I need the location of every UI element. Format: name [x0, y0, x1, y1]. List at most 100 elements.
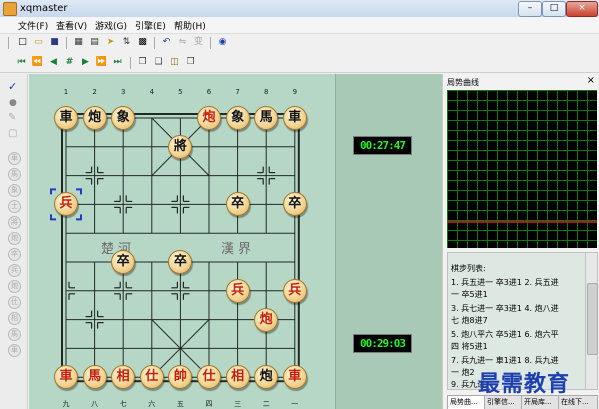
- chess-piece[interactable]: 車: [282, 106, 307, 130]
- scrollbar-thumb[interactable]: [587, 283, 598, 355]
- chess-piece[interactable]: 馬: [82, 365, 107, 390]
- chess-piece[interactable]: 馬: [254, 106, 279, 130]
- new-file-icon[interactable]: □: [16, 36, 29, 49]
- menu-help[interactable]: 帮助(H): [174, 19, 206, 32]
- goto-move-icon[interactable]: #: [63, 56, 76, 69]
- file-label-top: 3: [120, 88, 126, 96]
- timer-panel: 00:27:47 00:29:03: [335, 74, 442, 409]
- binoculars-icon[interactable]: ◉: [216, 36, 229, 49]
- menu-view[interactable]: 查看(V): [56, 19, 87, 32]
- piece-red-cannon-icon[interactable]: 炮: [8, 280, 21, 293]
- board-setup-icon[interactable]: ▦: [72, 36, 85, 49]
- menu-file[interactable]: 文件(F): [18, 19, 48, 32]
- main-toolbar: □ ▭ ■ ▦ ▤ ➤ ⇅ ▩ ↶ ⇋ 变 ◉: [0, 34, 599, 52]
- eraser-icon[interactable]: ✎: [8, 112, 16, 123]
- chess-piece[interactable]: 卒: [225, 192, 250, 217]
- chess-piece[interactable]: 車: [54, 106, 78, 130]
- piece-red-elephant-icon[interactable]: 相: [8, 312, 21, 325]
- menu-game[interactable]: 游戏(G): [95, 19, 127, 32]
- chess-piece[interactable]: 車: [54, 365, 78, 390]
- clipboard-icon[interactable]: ▢: [8, 128, 17, 139]
- toolbar-separator: [130, 57, 131, 69]
- app-icon: [3, 2, 17, 16]
- file-label-top: 8: [263, 88, 269, 96]
- chess-piece[interactable]: 仕: [139, 365, 164, 390]
- board-edit-icon[interactable]: ▤: [88, 36, 101, 49]
- dot-icon[interactable]: ●: [9, 98, 17, 108]
- left-toolbar: ✓ ● ✎ ▢ 車 馬 象 士 將 炮 卒 兵 炮 仕 相 馬 車: [0, 74, 28, 409]
- draw-icon[interactable]: ⇋: [176, 36, 189, 49]
- evaluation-curve: [447, 90, 597, 248]
- file-label-top: 7: [235, 88, 240, 96]
- back-icon[interactable]: ◀: [47, 56, 60, 69]
- hint-icon[interactable]: ➤: [104, 36, 117, 49]
- console-icon[interactable]: ▩: [136, 36, 149, 49]
- export-icon[interactable]: ◫: [168, 56, 181, 69]
- panel-title: 局势曲线: [447, 78, 479, 87]
- chess-piece[interactable]: 象: [225, 106, 250, 130]
- chess-piece[interactable]: 炮: [254, 307, 279, 332]
- chess-piece[interactable]: 卒: [111, 250, 136, 274]
- piece-red-advisor-icon[interactable]: 仕: [8, 296, 21, 309]
- close-button[interactable]: ×: [566, 1, 598, 17]
- chess-piece[interactable]: 兵: [282, 278, 307, 303]
- first-move-icon[interactable]: ⏮: [15, 56, 28, 69]
- check-icon[interactable]: ✓: [8, 80, 17, 93]
- move-line[interactable]: 四 将5进1: [451, 341, 488, 352]
- forward-icon[interactable]: ▶: [79, 56, 92, 69]
- menu-engine[interactable]: 引擎(E): [135, 19, 166, 32]
- maximize-button[interactable]: □: [542, 1, 566, 17]
- file-label-bottom: 四: [205, 400, 213, 408]
- undo-icon[interactable]: ↶: [160, 36, 173, 49]
- file-label-bottom: 三: [234, 400, 242, 408]
- piece-red-horse-icon[interactable]: 馬: [8, 328, 21, 341]
- resign-icon[interactable]: 变: [192, 36, 205, 49]
- move-line[interactable]: 七 炮8进7: [451, 315, 488, 326]
- piece-red-pawn-icon[interactable]: 兵: [8, 264, 21, 277]
- chess-board[interactable]: 楚河 漢界 車炮象炮象馬車將兵卒卒卒卒兵兵炮車馬相仕帥仕相炮車 12345678…: [29, 74, 335, 409]
- move-line[interactable]: 7. 兵九进一 車1进1 8. 兵九进: [451, 355, 559, 366]
- flip-board-icon[interactable]: ⇅: [120, 36, 133, 49]
- chess-piece[interactable]: 仕: [197, 365, 221, 390]
- title-bar: xqmaster – □ ×: [0, 0, 599, 18]
- piece-advisor-icon[interactable]: 士: [8, 200, 21, 213]
- piece-rook-icon[interactable]: 車: [8, 152, 21, 165]
- file-label-top: 4: [149, 88, 155, 96]
- chess-piece[interactable]: 車: [282, 365, 307, 390]
- move-line[interactable]: 一 炮2: [451, 367, 475, 378]
- chess-piece[interactable]: 炮: [82, 106, 107, 130]
- minimize-button[interactable]: –: [518, 1, 542, 17]
- move-line[interactable]: 1. 兵五进一 卒3进1 2. 兵五进: [451, 277, 559, 288]
- menu-bar: 文件(F) 查看(V) 游戏(G) 引擎(E) 帮助(H): [0, 17, 599, 34]
- chess-piece[interactable]: 炮: [197, 106, 221, 130]
- copy-icon[interactable]: ❐: [136, 56, 149, 69]
- side-panel: 局势曲线 × 棋步列表: 1. 兵五进一 卒3进1 2. 兵五进 一 卒5进1 …: [442, 74, 599, 409]
- piece-cannon-icon[interactable]: 炮: [8, 232, 21, 245]
- file-label-bottom: 二: [262, 400, 270, 408]
- chess-piece[interactable]: 象: [111, 106, 136, 130]
- open-folder-icon[interactable]: ▭: [32, 36, 45, 49]
- navigation-toolbar: ⏮ ⏪ ◀ # ▶ ⏩ ⏭ ❐ ❑ ◫ ❒: [0, 54, 599, 73]
- piece-elephant-icon[interactable]: 象: [8, 184, 21, 197]
- file-label-top: 2: [92, 88, 97, 96]
- file-label-bottom: 五: [176, 400, 184, 408]
- move-line[interactable]: 一 卒5进1: [451, 289, 488, 300]
- panel-close-button[interactable]: ×: [587, 75, 595, 86]
- piece-general-icon[interactable]: 將: [8, 216, 21, 229]
- last-move-icon[interactable]: ⏭: [111, 56, 124, 69]
- move-list-scrollbar[interactable]: [585, 252, 598, 390]
- move-line[interactable]: 3. 兵七进一 卒3进1 4. 炮八进: [451, 303, 559, 314]
- toolbar-separator: [210, 37, 211, 49]
- piece-horse-icon[interactable]: 馬: [8, 168, 21, 181]
- chess-piece[interactable]: 兵: [225, 278, 250, 303]
- piece-pawn-icon[interactable]: 卒: [8, 248, 21, 261]
- selection-marker: [76, 188, 82, 195]
- save-icon[interactable]: ■: [48, 36, 61, 49]
- move-line[interactable]: 5. 炮八平六 卒5进1 6. 炮六平: [451, 329, 559, 340]
- piece-red-rook-icon[interactable]: 車: [8, 344, 21, 357]
- import-icon[interactable]: ❒: [184, 56, 197, 69]
- paste-icon[interactable]: ❑: [152, 56, 165, 69]
- back-fast-icon[interactable]: ⏪: [31, 56, 44, 69]
- chess-piece[interactable]: 相: [225, 365, 250, 390]
- forward-fast-icon[interactable]: ⏩: [95, 56, 108, 69]
